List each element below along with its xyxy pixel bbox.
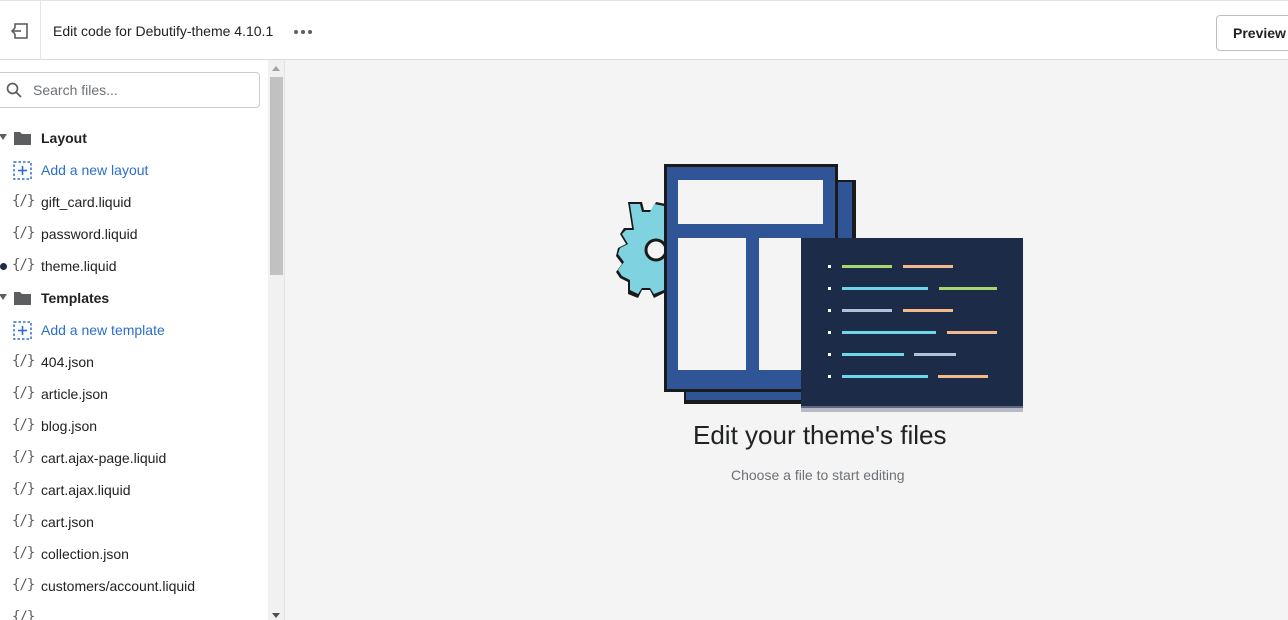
file-label: theme.liquid xyxy=(41,258,117,274)
file-label: article.json xyxy=(41,386,108,402)
file-item[interactable]: {/} 404.json xyxy=(0,346,268,378)
file-label: cart.json xyxy=(41,514,94,530)
exit-button[interactable] xyxy=(0,1,41,60)
more-horizontal-icon xyxy=(294,30,298,34)
top-bar: Edit code for Debutify-theme 4.10.1 Prev… xyxy=(0,0,1288,60)
page-title: Edit code for Debutify-theme 4.10.1 xyxy=(53,23,274,39)
file-label: 404.json xyxy=(41,354,94,370)
add-template-label: Add a new template xyxy=(41,322,165,338)
sidebar-scrollbar[interactable] xyxy=(268,60,284,620)
search-input[interactable] xyxy=(33,81,243,99)
preview-button[interactable]: Preview s xyxy=(1216,15,1288,51)
file-item[interactable]: {/} gift_card.liquid xyxy=(0,186,268,218)
code-file-icon: {/} xyxy=(12,545,35,561)
scroll-down-arrow-icon[interactable] xyxy=(272,613,280,618)
search-icon xyxy=(6,82,22,98)
empty-state-title: Edit your theme's files xyxy=(693,420,947,450)
file-label: collection.json xyxy=(41,546,129,562)
code-file-icon: {/} xyxy=(12,449,35,465)
file-item[interactable]: {/} theme.liquid xyxy=(0,250,268,282)
file-label: gift_card.liquid xyxy=(41,194,132,210)
file-item-partial[interactable]: {/} xyxy=(0,602,268,620)
file-item[interactable]: {/} blog.json xyxy=(0,410,268,442)
modified-dot-icon xyxy=(0,263,7,270)
theme-files-illustration xyxy=(616,164,1023,412)
folder-label: Layout xyxy=(41,130,87,146)
code-file-icon: {/} xyxy=(12,417,35,433)
file-label: cart.ajax.liquid xyxy=(41,482,131,498)
file-item[interactable]: {/} customers/account.liquid xyxy=(0,570,268,602)
file-label: blog.json xyxy=(41,418,98,434)
file-item[interactable]: {/} cart.ajax-page.liquid xyxy=(0,442,268,474)
add-layout-link[interactable]: Add a new layout xyxy=(0,154,268,186)
add-template-link[interactable]: Add a new template xyxy=(0,314,268,346)
scroll-up-arrow-icon[interactable] xyxy=(272,66,280,71)
file-item[interactable]: {/} password.liquid xyxy=(0,218,268,250)
more-dot xyxy=(301,30,305,34)
file-tree: Layout Add a new layout {/} gift_card.li… xyxy=(0,122,268,620)
empty-state-subtitle: Choose a file to start editing xyxy=(731,467,905,483)
code-file-icon: {/} xyxy=(12,225,35,241)
file-item[interactable]: {/} article.json xyxy=(0,378,268,410)
file-label: customers/account.liquid xyxy=(41,578,196,594)
file-label: cart.ajax-page.liquid xyxy=(41,450,167,466)
search-box xyxy=(0,72,260,108)
code-file-icon: {/} xyxy=(12,257,35,273)
code-file-icon: {/} xyxy=(12,353,35,369)
folder-icon xyxy=(14,132,31,145)
file-item[interactable]: {/} collection.json xyxy=(0,538,268,570)
code-file-icon: {/} xyxy=(12,193,35,209)
file-item[interactable]: {/} cart.json xyxy=(0,506,268,538)
gear-icon xyxy=(616,202,668,298)
add-layout-label: Add a new layout xyxy=(41,162,149,178)
more-actions-button[interactable] xyxy=(292,23,314,41)
file-label: password.liquid xyxy=(41,226,138,242)
caret-down-icon xyxy=(0,134,7,140)
more-dot xyxy=(308,30,312,34)
code-file-icon: {/} xyxy=(12,385,35,401)
add-file-icon xyxy=(13,321,32,340)
folder-icon xyxy=(14,292,31,305)
caret-down-icon xyxy=(0,294,7,300)
exit-icon xyxy=(11,22,28,39)
folder-layout[interactable]: Layout xyxy=(0,122,268,154)
code-file-icon: {/} xyxy=(12,609,35,620)
code-file-icon: {/} xyxy=(12,577,35,593)
file-sidebar: Layout Add a new layout {/} gift_card.li… xyxy=(0,60,285,620)
add-file-icon xyxy=(13,161,32,180)
code-file-icon: {/} xyxy=(12,513,35,529)
folder-label: Templates xyxy=(41,290,110,306)
folder-templates[interactable]: Templates xyxy=(0,282,268,314)
file-item[interactable]: {/} cart.ajax.liquid xyxy=(0,474,268,506)
code-file-icon: {/} xyxy=(12,481,35,497)
scroll-thumb[interactable] xyxy=(270,77,283,275)
